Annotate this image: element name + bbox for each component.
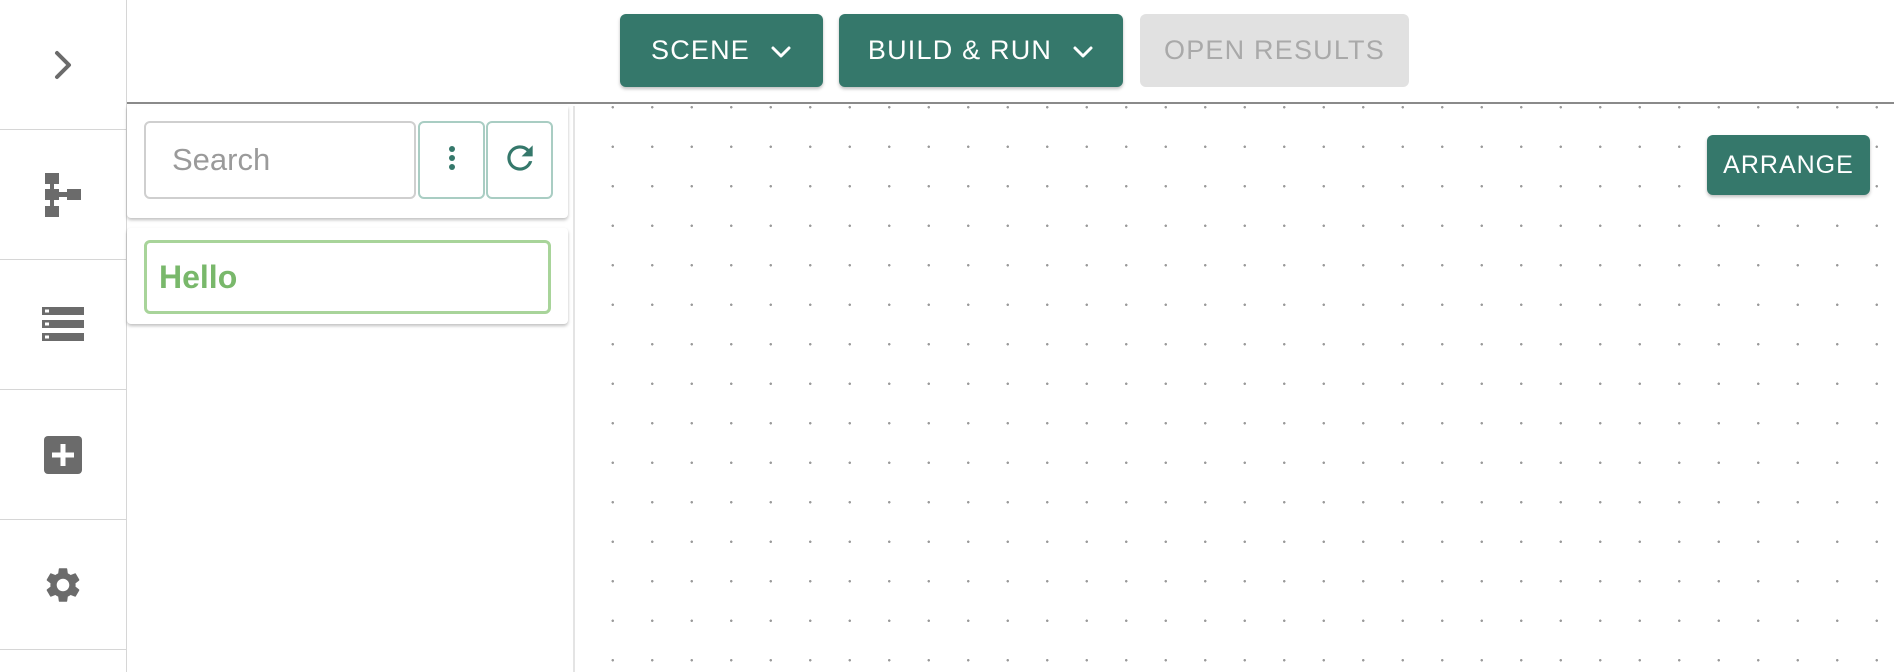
hierarchy-icon <box>43 171 83 219</box>
open-results-button[interactable]: OPEN RESULTS <box>1140 14 1409 87</box>
search-input[interactable] <box>144 121 416 199</box>
refresh-button[interactable] <box>486 121 553 199</box>
chevron-down-icon <box>1072 35 1094 66</box>
refresh-icon <box>501 139 539 182</box>
arrange-button-label: ARRANGE <box>1723 150 1854 179</box>
list-item[interactable]: Hello <box>144 240 551 314</box>
build-run-dropdown-button[interactable]: BUILD & RUN <box>839 14 1123 87</box>
scene-dropdown-button[interactable]: SCENE <box>620 14 823 87</box>
list-item-label: Hello <box>159 258 238 295</box>
open-results-button-label: OPEN RESULTS <box>1164 35 1385 65</box>
sidebar-item-list[interactable] <box>0 260 126 390</box>
app-root: SCENE BUILD & RUN OPEN RESULTS Search He… <box>0 0 1894 672</box>
list-icon <box>42 306 84 343</box>
arrange-button[interactable]: ARRANGE <box>1707 135 1870 195</box>
scene-list-panel: Hello <box>127 106 575 672</box>
sidebar-item-add[interactable] <box>0 390 126 520</box>
more-options-button[interactable] <box>418 121 485 199</box>
scene-list: Hello <box>127 228 568 324</box>
sidebar-item-hierarchy[interactable] <box>0 130 126 260</box>
sidebar-rail <box>0 0 127 672</box>
sidebar-item-settings[interactable] <box>0 520 126 650</box>
chevron-down-icon <box>770 35 792 66</box>
sidebar-item-expand[interactable] <box>0 0 126 130</box>
top-toolbar: SCENE BUILD & RUN OPEN RESULTS <box>127 0 1894 104</box>
add-box-icon <box>44 435 82 474</box>
scene-button-label: SCENE <box>650 35 751 65</box>
more-vertical-icon <box>448 145 456 176</box>
build-run-button-label: BUILD & RUN <box>867 35 1053 65</box>
node-canvas[interactable]: ARRANGE <box>577 106 1894 672</box>
search-bar <box>127 106 568 218</box>
gear-icon <box>42 564 84 606</box>
chevron-right-icon <box>51 49 75 81</box>
